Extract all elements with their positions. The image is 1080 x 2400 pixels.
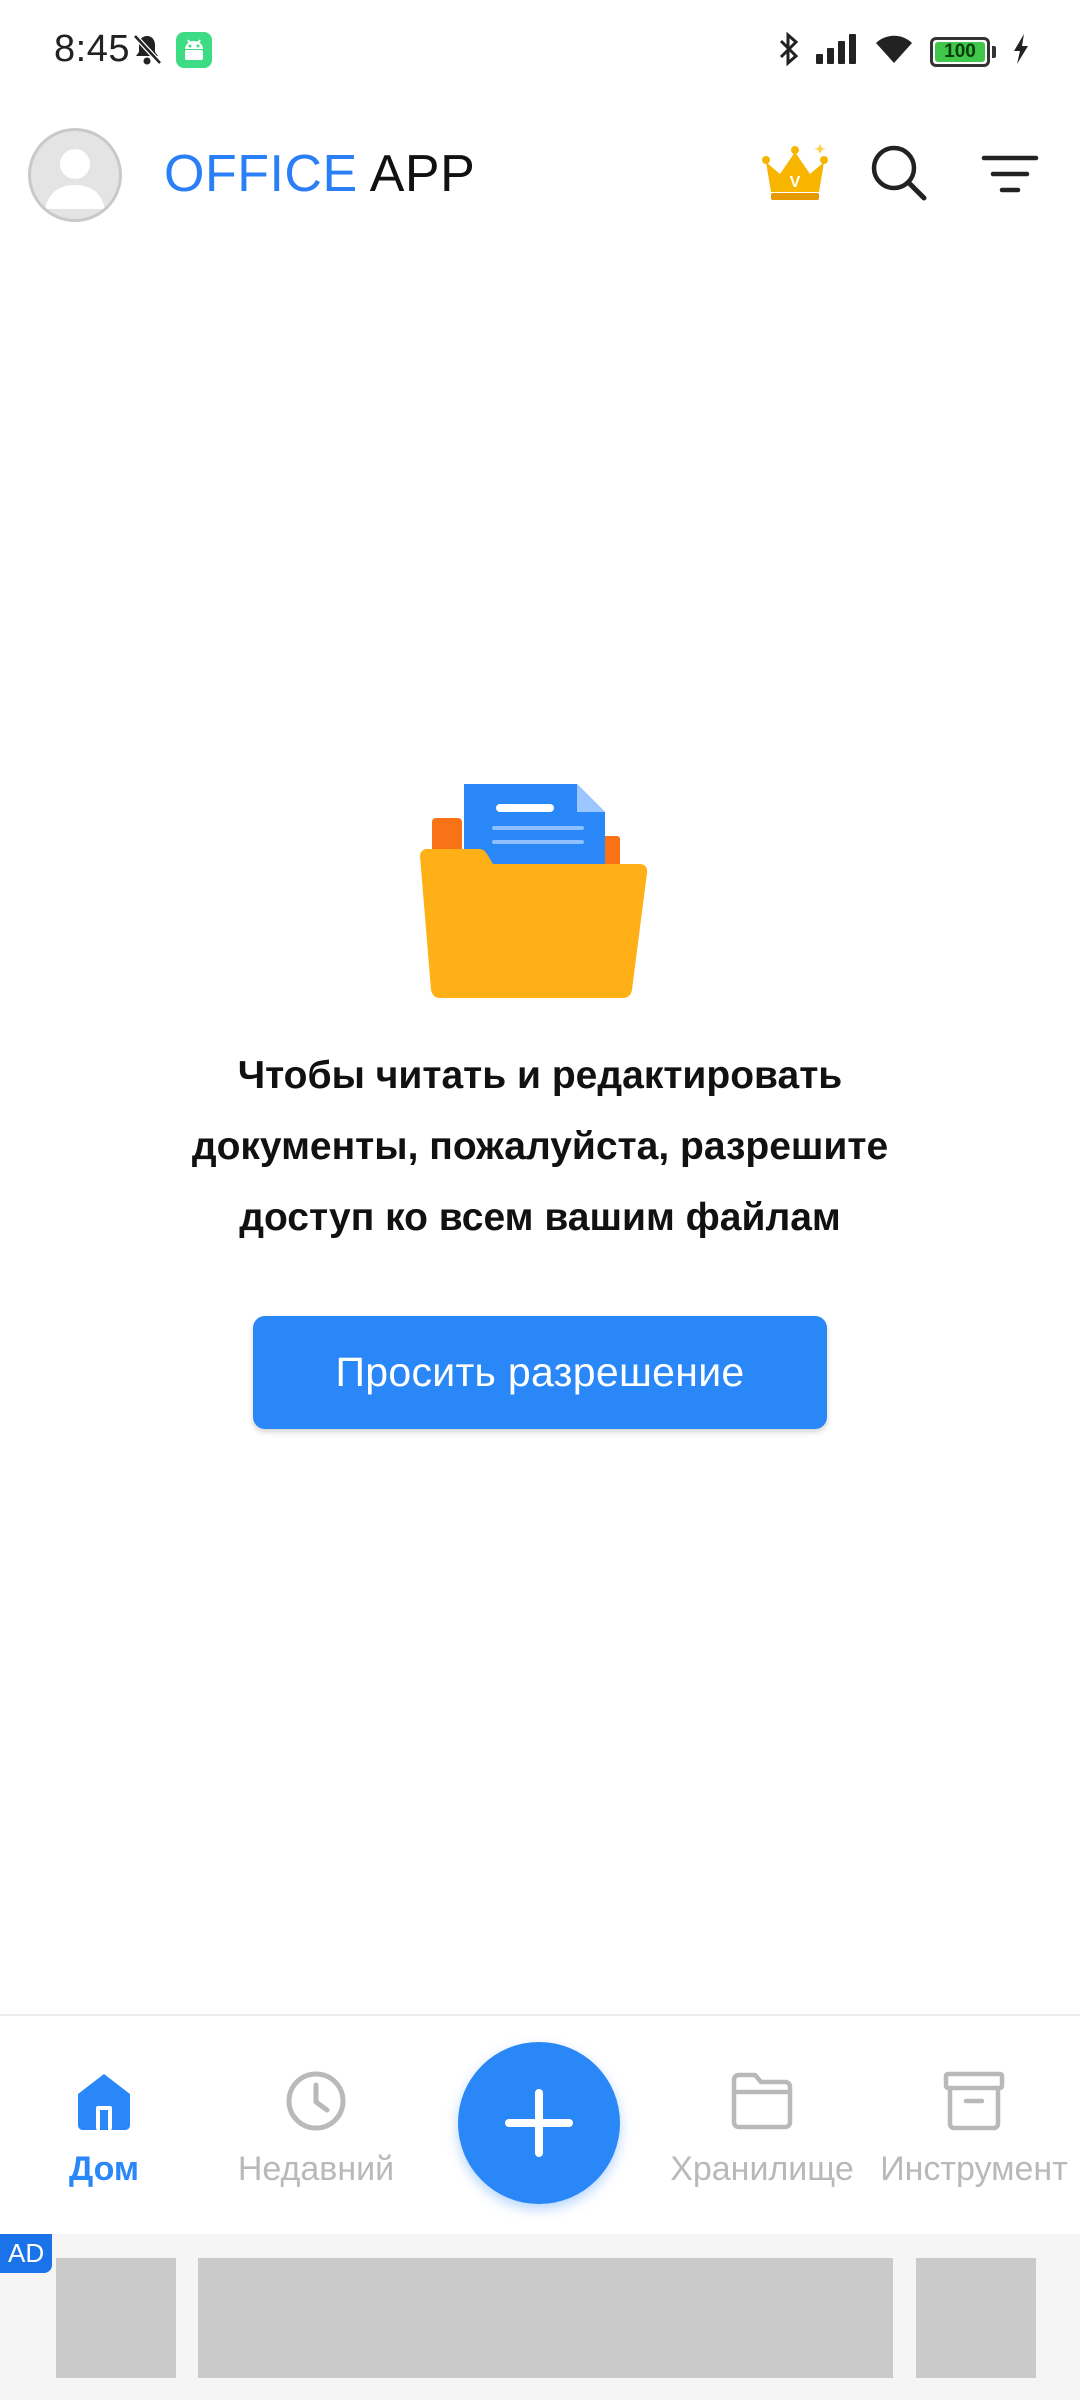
ad-image-left[interactable] <box>56 2258 176 2378</box>
permission-message: Чтобы читать и редактировать документы, … <box>100 1040 980 1253</box>
permission-message-line-3: доступ ко всем вашим файлам <box>239 1196 841 1239</box>
premium-crown-icon[interactable]: V <box>760 140 830 206</box>
search-button[interactable] <box>868 142 930 204</box>
android-icon <box>176 32 212 73</box>
nav-label-storage: Хранилище <box>670 2150 854 2188</box>
status-left-icons <box>132 32 212 73</box>
app-title-office: OFFICE <box>164 145 358 203</box>
battery-icon: 100 <box>930 36 990 67</box>
bluetooth-icon <box>778 31 800 71</box>
signal-icon <box>816 34 858 69</box>
nav-item-tools[interactable]: Инструмент <box>864 2066 1080 2189</box>
app-bar: OFFICE APP V <box>0 120 1080 230</box>
app-title: OFFICE APP <box>164 144 475 204</box>
charging-icon <box>1012 34 1030 69</box>
folder-documents-illustration <box>416 780 662 1010</box>
nav-label-home: Дом <box>68 2150 140 2188</box>
avatar[interactable] <box>28 128 122 222</box>
search-icon <box>871 145 927 201</box>
request-permission-button[interactable]: Просить разрешение <box>253 1316 827 1429</box>
folder-icon <box>727 2066 797 2136</box>
permission-message-line-1: Чтобы читать и редактировать <box>237 1054 843 1097</box>
nav-label-tools: Инструмент <box>880 2150 1068 2188</box>
ad-badge: AD <box>0 2234 53 2273</box>
filter-button[interactable] <box>980 146 1040 202</box>
ad-content[interactable] <box>198 2258 893 2378</box>
ad-banner[interactable]: AD <box>0 2234 1080 2400</box>
plus-icon <box>505 2089 573 2157</box>
battery-nub <box>992 45 996 58</box>
bell-muted-icon <box>132 33 162 72</box>
nav-label-recent: Недавний <box>237 2150 395 2188</box>
wifi-icon <box>874 33 914 70</box>
user-avatar-icon <box>45 149 105 209</box>
status-time: 8:45 <box>54 28 130 70</box>
app-title-app: APP <box>369 145 476 203</box>
nav-item-home[interactable]: Дом <box>0 2066 214 2189</box>
home-icon <box>69 2066 139 2136</box>
bottom-navigation: Дом Недавний Хранилище Инструмент <box>0 2014 1080 2234</box>
svg-text:V: V <box>790 174 801 191</box>
archive-box-icon <box>939 2066 1009 2136</box>
nav-item-storage[interactable]: Хранилище <box>652 2066 872 2189</box>
status-bar: 8:45 100 <box>0 0 1080 105</box>
add-fab-button[interactable] <box>458 2042 620 2204</box>
permission-message-line-2: документы, пожалуйста, разрешите <box>191 1125 889 1168</box>
ad-image-right[interactable] <box>916 2258 1036 2378</box>
status-right-icons: 100 <box>778 31 1030 71</box>
clock-icon <box>281 2066 351 2136</box>
battery-level: 100 <box>944 40 976 62</box>
nav-item-recent[interactable]: Недавний <box>206 2066 426 2189</box>
filter-icon <box>981 155 1039 193</box>
